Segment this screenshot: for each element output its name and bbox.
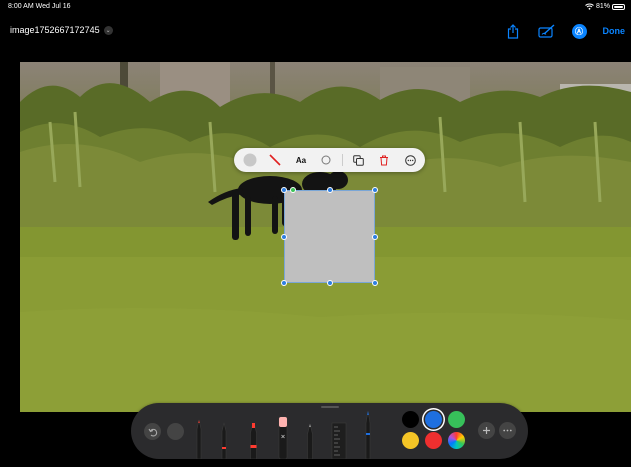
- battery-icon: [612, 3, 625, 10]
- ruler-tool[interactable]: [331, 419, 347, 459]
- color-picker-multicolor[interactable]: [448, 432, 465, 449]
- add-shape-button[interactable]: [478, 422, 495, 439]
- marker-tool[interactable]: [248, 417, 259, 459]
- resize-handle-mid-left[interactable]: [281, 234, 287, 240]
- redo-button[interactable]: [167, 423, 184, 440]
- color-swatch-blue[interactable]: [425, 411, 442, 428]
- chevron-down-icon: ⌄: [103, 25, 113, 35]
- done-button[interactable]: Done: [603, 26, 626, 36]
- trash-icon: [380, 155, 388, 165]
- undo-icon: [148, 428, 157, 437]
- document-title: image1752667172745: [10, 25, 100, 35]
- resize-handle-top-left-alt[interactable]: [290, 187, 296, 193]
- color-swatch-black[interactable]: [402, 411, 419, 428]
- share-button[interactable]: [504, 22, 522, 40]
- no-border-icon: [269, 154, 281, 166]
- resize-handle-top-mid[interactable]: [327, 187, 333, 193]
- ellipsis-circle-icon: [404, 154, 416, 166]
- pen-tool[interactable]: [194, 415, 204, 459]
- markup-tool-dock: [131, 403, 528, 459]
- status-time-date: 8:00 AM Wed Jul 16: [8, 3, 71, 10]
- dock-grabber[interactable]: [321, 406, 339, 408]
- fill-color-button[interactable]: [239, 148, 261, 172]
- markup-icon: [537, 24, 554, 38]
- resize-handle-mid-right[interactable]: [372, 234, 378, 240]
- markup-edit-button[interactable]: [537, 22, 556, 40]
- battery-percent: 81%: [595, 3, 610, 10]
- color-swatch-yellow[interactable]: [402, 432, 419, 449]
- selected-rectangle-shape[interactable]: [284, 190, 375, 283]
- toolbar-separator: [342, 154, 343, 166]
- fountain-pen-tool[interactable]: [363, 409, 373, 459]
- resize-handle-bottom-mid[interactable]: [327, 280, 333, 286]
- resize-handle-top-right[interactable]: [372, 187, 378, 193]
- delete-button[interactable]: [374, 148, 394, 172]
- more-options-button[interactable]: [400, 148, 420, 172]
- more-tools-button[interactable]: [499, 422, 516, 439]
- more-icon: [503, 429, 512, 432]
- monoline-tool[interactable]: [219, 419, 229, 459]
- status-indicators: 81%: [585, 3, 625, 10]
- border-color-button[interactable]: [264, 148, 286, 172]
- duplicate-icon: [352, 154, 364, 166]
- undo-button[interactable]: [144, 423, 161, 440]
- resize-handle-top-left[interactable]: [281, 187, 287, 193]
- status-bar: 8:00 AM Wed Jul 16 81%: [0, 0, 631, 14]
- pen-tip-icon: Ⓐ: [575, 26, 583, 36]
- shape-style-button[interactable]: [316, 148, 336, 172]
- wifi-icon: [585, 3, 594, 10]
- fill-circle-icon: [243, 153, 257, 167]
- resize-handle-bottom-left[interactable]: [281, 280, 287, 286]
- redo-icon: [171, 427, 181, 437]
- plus-icon: [483, 427, 490, 434]
- pencil-tool[interactable]: [305, 421, 315, 459]
- markup-active-toggle[interactable]: Ⓐ: [571, 23, 587, 39]
- nav-actions: Ⓐ Done: [504, 22, 626, 40]
- share-icon: [507, 23, 518, 39]
- document-title-button[interactable]: image1752667172745 ⌄: [10, 25, 113, 35]
- nav-bar: image1752667172745 ⌄ Ⓐ Done: [0, 18, 631, 46]
- duplicate-button[interactable]: [348, 148, 368, 172]
- color-swatch-red[interactable]: [425, 432, 442, 449]
- eraser-tool[interactable]: [277, 413, 289, 459]
- text-style-button[interactable]: Aa: [289, 148, 313, 172]
- circle-outline-icon: [321, 155, 331, 165]
- shape-toolbar: Aa: [234, 148, 425, 172]
- color-swatch-green[interactable]: [448, 411, 465, 428]
- resize-handle-bottom-right[interactable]: [372, 280, 378, 286]
